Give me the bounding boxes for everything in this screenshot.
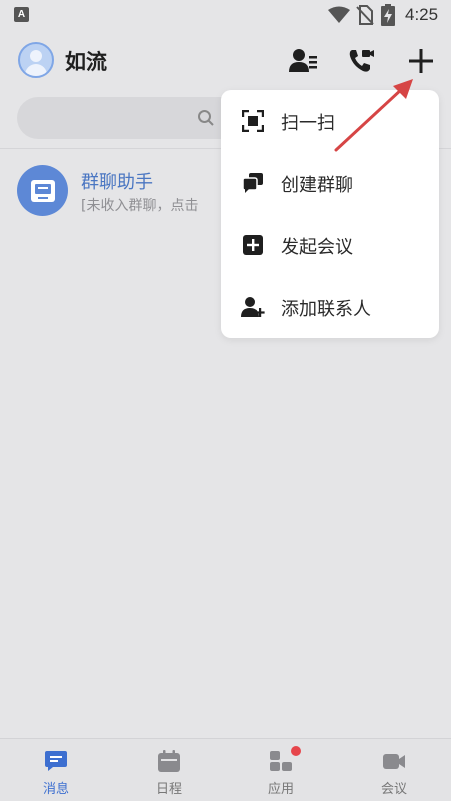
tab-apps[interactable]: 应用	[236, 739, 326, 801]
battery-charging-icon	[381, 4, 395, 26]
menu-item-add-contact[interactable]: 添加联系人	[221, 276, 439, 338]
search-icon	[198, 110, 214, 126]
notification-badge	[291, 746, 301, 756]
contacts-icon[interactable]	[288, 46, 318, 76]
inbox-icon	[30, 179, 55, 202]
plus-icon[interactable]	[406, 46, 436, 76]
avatar[interactable]	[18, 42, 54, 78]
conversation-preview: [未收入群聊，点击	[81, 198, 199, 214]
tab-calendar[interactable]: 日程	[124, 739, 214, 801]
clock: 4:25	[405, 5, 439, 24]
apps-icon	[270, 751, 292, 771]
menu-item-scan[interactable]: 扫一扫	[221, 90, 439, 152]
tab-label: 应用	[267, 782, 294, 797]
tab-messages[interactable]: 消息	[11, 739, 101, 801]
tab-label: 消息	[42, 782, 69, 797]
wifi-icon	[328, 6, 350, 23]
tab-label: 日程	[155, 782, 182, 797]
video-camera-icon	[383, 754, 405, 769]
video-call-icon[interactable]	[346, 46, 376, 76]
bottom-nav: 消息 日程 应用 会议	[0, 738, 451, 801]
conversation-title: 群聊助手	[81, 172, 153, 193]
tab-meetings[interactable]: 会议	[349, 739, 439, 801]
no-sim-icon	[356, 5, 374, 25]
page-title: 如流	[65, 50, 107, 74]
plus-dropdown-menu: 扫一扫 创建群聊 发起会议 添加联系人	[221, 90, 439, 338]
add-meeting-icon	[241, 233, 265, 257]
menu-item-label: 扫一扫	[281, 113, 335, 134]
menu-item-label: 添加联系人	[281, 299, 371, 320]
message-icon	[45, 751, 67, 771]
header: 如流	[0, 36, 451, 84]
menu-item-start-meeting[interactable]: 发起会议	[221, 214, 439, 276]
scan-icon	[241, 109, 265, 133]
status-bar: A 4:25	[0, 0, 451, 30]
menu-item-create-group[interactable]: 创建群聊	[221, 152, 439, 214]
add-contact-icon	[241, 295, 265, 319]
group-chat-icon	[241, 171, 265, 195]
tab-label: 会议	[380, 782, 407, 797]
calendar-icon	[158, 750, 180, 772]
app-notification-icon: A	[14, 7, 29, 22]
menu-item-label: 发起会议	[281, 237, 353, 258]
conversation-avatar	[17, 165, 68, 216]
menu-item-label: 创建群聊	[281, 175, 353, 196]
